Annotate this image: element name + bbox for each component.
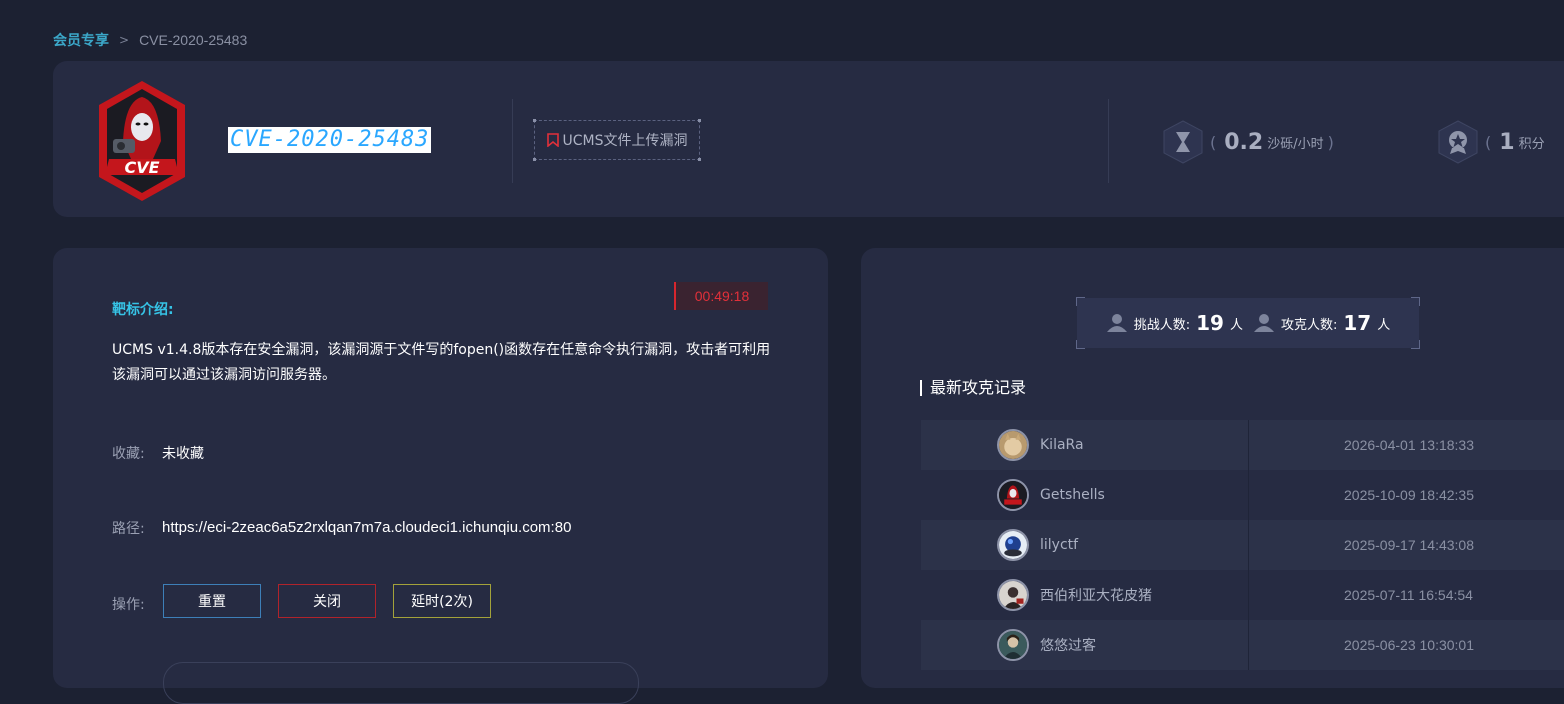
chevron-right-icon: > [119,33,130,47]
solve-time: 2025-10-09 18:42:35 [1344,487,1474,503]
solvers-value: 17 [1343,311,1372,335]
cat-avatar[interactable] [997,429,1029,461]
reward-rate-value: 0.2 [1224,129,1264,155]
flag-input[interactable] [163,662,639,704]
cve-avatar[interactable] [997,479,1029,511]
breadcrumb: 会员专享 > CVE-2020-25483 [53,30,247,50]
category-tag[interactable]: UCMS文件上传漏洞 [533,119,701,161]
points-unit: 积分 [1518,136,1545,152]
ops-label: 操作: [112,597,145,613]
solve-time: 2026-04-01 13:18:33 [1344,437,1474,453]
challenge-title: CVE-2020-25483 [228,127,432,153]
path-value[interactable]: https://eci-2zeac6a5z2rxlqan7m7a.cloudec… [162,519,571,536]
challengers-unit: 人 [1229,317,1243,333]
solver-name[interactable]: KilaRa [1040,437,1084,453]
breadcrumb-parent-link[interactable]: 会员专享 [53,30,109,50]
logo-text: CVE [124,158,159,177]
points-value: 1 [1499,129,1515,155]
table-row: KilaRa 2026-04-01 13:18:33 [921,420,1564,470]
challengers-value: 19 [1196,311,1224,335]
solver-name[interactable]: Getshells [1040,487,1105,503]
user-icon [1106,314,1127,332]
challenge-header: CVE CVE-2020-25483 UCMS文件上传漏洞 ( 0.2 沙砾/小… [53,61,1564,217]
breadcrumb-current: CVE-2020-25483 [139,32,248,48]
participant-counts: 挑战人数: 19 人 攻克人数: 17 人 [1076,297,1420,349]
divider [1108,99,1109,183]
reset-button[interactable]: 重置 [163,584,261,618]
solve-records-card: 挑战人数: 19 人 攻克人数: 17 人 最新攻克记录 KilaRa 2026… [861,248,1564,688]
collect-label: 收藏: [112,446,145,462]
cve-logo: CVE [99,81,185,201]
medal-icon [1435,119,1481,165]
category-tag-label: UCMS文件上传漏洞 [562,133,688,149]
stat-open: ( [1210,132,1217,152]
challengers-label: 挑战人数: [1133,317,1191,333]
table-row: 西伯利亚大花皮猪 2025-07-11 16:54:54 [921,570,1564,620]
solve-records-table: KilaRa 2026-04-01 13:18:33 Getshells 202… [921,420,1564,670]
solve-time: 2025-09-17 14:43:08 [1344,537,1474,553]
stat-close: ) [1327,132,1334,152]
path-label: 路径: [112,521,145,537]
intro-title: 靶标介绍: [112,302,174,318]
extend-button[interactable]: 延时(2次) [393,584,491,618]
intro-description: UCMS v1.4.8版本存在安全漏洞，该漏洞源于文件写的fopen()函数存在… [112,342,771,383]
section-title: 最新攻克记录 [920,380,1026,396]
collect-value[interactable]: 未收藏 [162,443,204,463]
solvers-unit: 人 [1377,317,1391,333]
solver-name[interactable]: 西伯利亚大花皮猪 [1040,585,1152,605]
table-row: 悠悠过客 2025-06-23 10:30:01 [921,620,1564,670]
reward-rate-unit: 沙砾/小时 [1267,136,1324,152]
solve-time: 2025-07-11 16:54:54 [1344,587,1473,603]
countdown-timer: 00:49:18 [674,282,768,310]
target-detail-card: 00:49:18 靶标介绍: UCMS v1.4.8版本存在安全漏洞，该漏洞源于… [53,248,828,704]
bookmark-icon [546,133,559,147]
solve-time: 2025-06-23 10:30:01 [1344,637,1474,653]
solver-name[interactable]: lilyctf [1040,537,1078,553]
orb-avatar[interactable] [997,529,1029,561]
user-icon [1254,314,1274,332]
reward-rate: ( 0.2 沙砾/小时 ) [1160,119,1338,165]
portrait-avatar[interactable] [997,629,1029,661]
table-row: lilyctf 2025-09-17 14:43:08 [921,520,1564,570]
solvers-label: 攻克人数: [1281,317,1338,333]
solver-name[interactable]: 悠悠过客 [1040,635,1096,655]
stat-open: ( [1485,132,1492,152]
divider [512,99,513,183]
close-button[interactable]: 关闭 [278,584,376,618]
person-avatar[interactable] [997,579,1029,611]
points: ( 1 积分 [1435,119,1545,165]
hourglass-icon [1160,119,1206,165]
table-row: Getshells 2025-10-09 18:42:35 [921,470,1564,520]
